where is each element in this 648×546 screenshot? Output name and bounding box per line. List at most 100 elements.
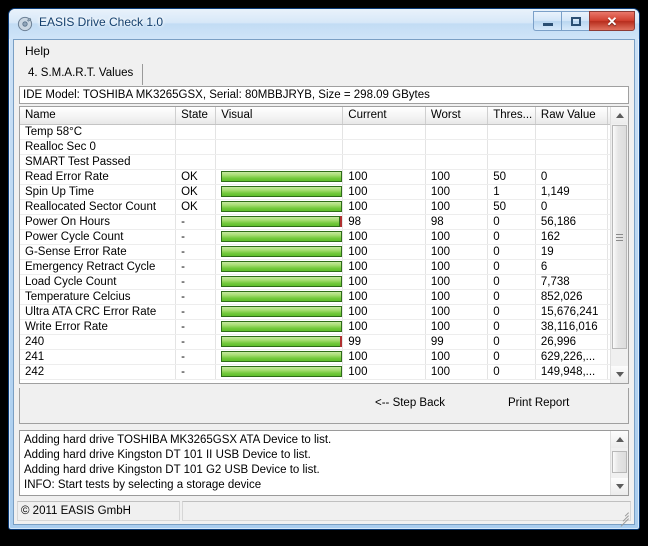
column-header-worst[interactable]: Worst xyxy=(425,107,489,125)
table-row[interactable]: Emergency Retract Cycle -100 100 0 6 xyxy=(20,259,628,275)
table-row[interactable]: Power Cycle Count -100 100 0 162 xyxy=(20,229,628,245)
tab-smart-values[interactable]: 4. S.M.A.R.T. Values xyxy=(19,64,144,85)
cell-raw: 0 xyxy=(535,169,608,185)
cell-state: OK xyxy=(175,199,217,215)
table-row[interactable]: Write Error Rate -100 100 0 38,116,016 xyxy=(20,319,628,335)
health-bar xyxy=(221,276,342,287)
cell-state: - xyxy=(175,349,217,365)
cell-current: 98 xyxy=(342,214,426,230)
cell-raw: 852,026 xyxy=(535,289,608,305)
column-header-name[interactable]: Name xyxy=(20,107,177,125)
table-row[interactable]: SMART Test Passed xyxy=(20,154,628,170)
table-body: Temp 58°C Realloc Sec 0 SMART Test Passed R… xyxy=(20,124,628,380)
column-header-current[interactable]: Current xyxy=(342,107,426,125)
column-header-raw-value[interactable]: Raw Value xyxy=(535,107,608,125)
cell-visual xyxy=(215,319,344,335)
health-bar-fill xyxy=(221,261,342,272)
cell-state: - xyxy=(175,319,217,335)
cell-thres: 0 xyxy=(487,244,536,260)
table-row[interactable]: 240-99 99 0 26,996 xyxy=(20,334,628,350)
cell-worst xyxy=(425,154,489,170)
table-row[interactable]: 242-100 100 0 149,948,... xyxy=(20,364,628,380)
cell-current: 100 xyxy=(342,349,426,365)
column-header-thres[interactable]: Thres... xyxy=(487,107,536,125)
column-header-state[interactable]: State xyxy=(175,107,217,125)
cell-raw: 56,186 xyxy=(535,214,608,230)
cell-name: Power Cycle Count xyxy=(20,229,177,245)
scrollbar-thumb[interactable] xyxy=(612,125,627,349)
cell-current: 100 xyxy=(342,364,426,380)
close-button[interactable]: ✕ xyxy=(589,11,635,31)
table-row[interactable]: Spin Up Time OK 100 100 1 1,149 xyxy=(20,184,628,200)
cell-raw: 26,996 xyxy=(535,334,608,350)
print-report-button[interactable]: Print Report xyxy=(508,397,569,409)
cell-state xyxy=(175,154,217,170)
health-bar-fill xyxy=(221,366,342,377)
cell-current: 100 xyxy=(342,289,426,305)
table-row[interactable]: Temperature Celcius -100 100 0 852,026 xyxy=(20,289,628,305)
cell-thres: 0 xyxy=(487,259,536,275)
client-area: Help 4. S.M.A.R.T. Values IDE Model: TOS… xyxy=(13,39,635,527)
cell-raw: 15,676,241 xyxy=(535,304,608,320)
log-scrollbar-thumb[interactable] xyxy=(612,451,627,473)
log-scroll-down-button[interactable] xyxy=(611,478,628,495)
resize-grip-icon[interactable] xyxy=(617,507,629,527)
cell-name: Temp 58°C xyxy=(20,124,177,140)
health-bar xyxy=(221,366,342,377)
health-bar-fill xyxy=(221,306,342,317)
table-row[interactable]: Ultra ATA CRC Error Rate -100 100 0 15,676,2… xyxy=(20,304,628,320)
log-lines: Adding hard drive TOSHIBA MK3265GSX ATA … xyxy=(20,431,611,495)
cell-worst: 100 xyxy=(425,244,489,260)
action-panel: <-- Step Back Print Report xyxy=(19,388,629,424)
cell-visual xyxy=(215,154,344,170)
title-bar[interactable]: EASIS Drive Check 1.0 ✕ xyxy=(9,9,639,39)
cell-current: 100 xyxy=(342,244,426,260)
table-row[interactable]: Realloc Sec 0 xyxy=(20,139,628,155)
minimize-button[interactable] xyxy=(533,11,561,31)
table-scrollbar[interactable] xyxy=(610,107,628,383)
log-scrollbar[interactable] xyxy=(610,431,628,495)
health-bar-fill xyxy=(221,186,342,197)
health-bar xyxy=(221,291,342,302)
minimize-icon xyxy=(542,23,553,26)
cell-visual xyxy=(215,259,344,275)
health-bar xyxy=(221,201,342,212)
cell-visual xyxy=(215,139,344,155)
cell-worst: 100 xyxy=(425,364,489,380)
cell-current: 100 xyxy=(342,169,426,185)
cell-raw: 6 xyxy=(535,259,608,275)
cell-name: SMART Test Passed xyxy=(20,154,177,170)
cell-state: - xyxy=(175,289,217,305)
cell-current: 100 xyxy=(342,274,426,290)
menu-item-help[interactable]: Help xyxy=(20,43,55,59)
cell-state xyxy=(175,124,217,140)
scroll-down-button[interactable] xyxy=(611,366,628,383)
table-row[interactable]: Read Error Rate OK 100 100 50 0 xyxy=(20,169,628,185)
table-row[interactable]: Load Cycle Count -100 100 0 7,738 xyxy=(20,274,628,290)
health-bar-fill xyxy=(221,246,342,257)
drive-info-bar: IDE Model: TOSHIBA MK3265GSX, Serial: 80… xyxy=(19,86,629,104)
application-window: EASIS Drive Check 1.0 ✕ Help 4. S.M.A.R.… xyxy=(8,8,640,530)
table-row[interactable]: Power On Hours -98 98 0 56,186 xyxy=(20,214,628,230)
cell-visual xyxy=(215,349,344,365)
cell-state xyxy=(175,139,217,155)
step-back-button[interactable]: <-- Step Back xyxy=(375,397,445,409)
cell-visual xyxy=(215,214,344,230)
maximize-button[interactable] xyxy=(561,11,589,31)
health-bar-fill xyxy=(221,216,340,227)
log-scroll-up-button[interactable] xyxy=(611,431,628,448)
cell-raw xyxy=(535,124,608,140)
table-row[interactable]: Temp 58°C xyxy=(20,124,628,140)
table-row[interactable]: G-Sense Error Rate -100 100 0 19 xyxy=(20,244,628,260)
table-row[interactable]: Reallocated Sector Count OK 100 100 50 0 xyxy=(20,199,628,215)
status-bar: © 2011 EASIS GmbH xyxy=(17,501,631,527)
health-bar-remainder xyxy=(340,336,342,347)
health-bar xyxy=(221,336,342,347)
cell-name: G-Sense Error Rate xyxy=(20,244,177,260)
table-row[interactable]: 241-100 100 0 629,226,... xyxy=(20,349,628,365)
column-header-visual[interactable]: Visual xyxy=(215,107,344,125)
chevron-down-icon xyxy=(615,484,624,489)
grip-icon xyxy=(616,232,623,243)
cell-visual xyxy=(215,289,344,305)
scroll-up-button[interactable] xyxy=(611,107,628,124)
